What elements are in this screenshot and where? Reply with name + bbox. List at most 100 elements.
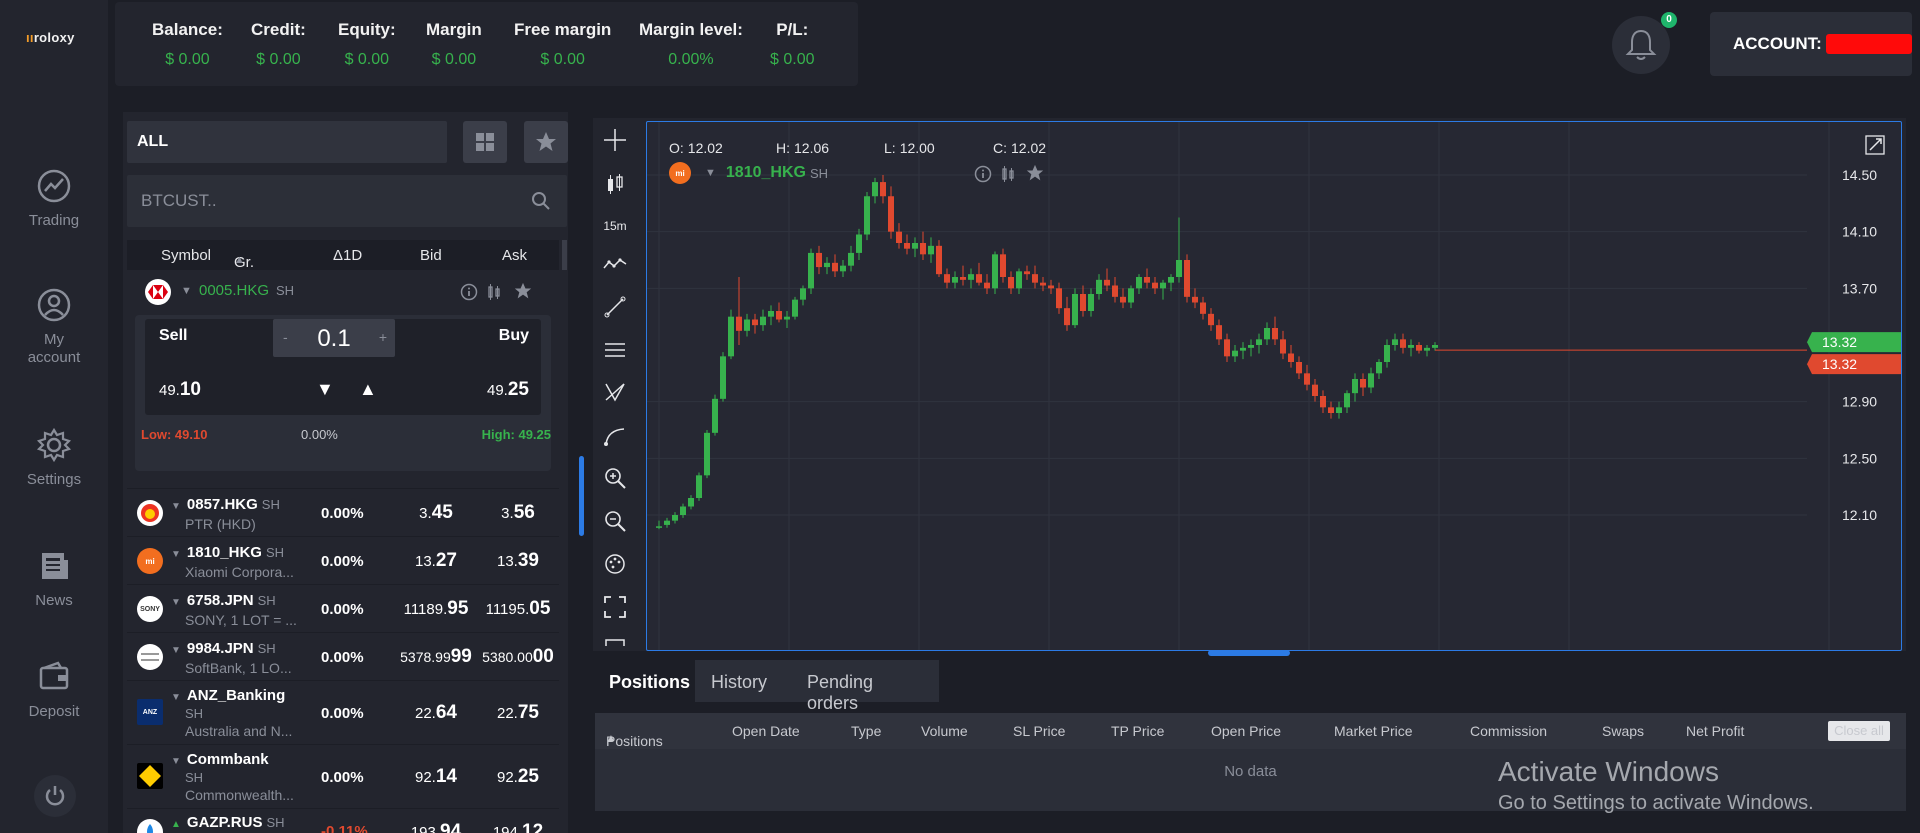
col-open-price[interactable]: Open Price <box>1211 723 1281 739</box>
nav-item-trading[interactable]: Trading <box>0 168 108 230</box>
col-net-profit[interactable]: Net Profit <box>1686 723 1744 739</box>
col-swaps[interactable]: Swaps <box>1602 723 1644 739</box>
col-ask[interactable]: Ask <box>502 247 527 264</box>
chart-type-tool[interactable] <box>601 170 629 198</box>
candle-body <box>1408 345 1414 348</box>
col-volume[interactable]: Volume <box>921 723 968 739</box>
col-market-price[interactable]: Market Price <box>1334 723 1413 739</box>
row-bid[interactable]: 92.14 <box>391 766 481 788</box>
lot-stepper[interactable]: - 0.1 + <box>273 319 395 357</box>
lot-value[interactable]: 0.1 <box>273 325 395 353</box>
group-filter[interactable]: ALL <box>127 121 447 163</box>
watchlist-row[interactable]: mi ▼ 1810_HKG SH Xiaomi Corpora... 0.00% 1… <box>127 536 559 584</box>
grid-view-button[interactable] <box>463 121 507 163</box>
search-input[interactable] <box>127 175 507 227</box>
row-ask[interactable]: 3.56 <box>473 502 563 524</box>
close-all-button[interactable]: Close all <box>1828 721 1890 741</box>
watchlist-row[interactable]: ANZ ▼ ANZ_Banking SH Australia and N... 0… <box>127 680 559 744</box>
info-icon[interactable] <box>974 165 992 183</box>
expanded-header[interactable]: ▼ 0005.HKG SH <box>135 277 551 317</box>
row-bid[interactable]: 11189.95 <box>391 598 481 620</box>
tab-pending-orders[interactable]: Pending orders <box>791 660 939 713</box>
watchlist-row[interactable]: . ▼0857.HKGSH PTR (HKD) 0.00% 3.45 3.56 <box>127 488 559 536</box>
row-ask[interactable]: 5380.0000 <box>473 646 563 668</box>
chart-resize-handle[interactable] <box>1208 650 1290 656</box>
col-sl-price[interactable]: SL Price <box>1013 723 1065 739</box>
buy-price[interactable]: 49.25 <box>487 379 529 401</box>
watchlist-row[interactable]: ▼ 9984.JPN SH SoftBank, 1 LO... 0.00% 5378… <box>127 632 559 680</box>
expand-arrow-icon[interactable]: ▲ <box>171 819 181 830</box>
search-icon[interactable] <box>531 191 551 211</box>
palette-tool[interactable] <box>601 550 629 578</box>
info-icon[interactable] <box>460 283 478 301</box>
row-bid[interactable]: 5378.9999 <box>391 646 481 668</box>
price-chart[interactable]: 14.50 14.10 13.70 12.90 12.50 12.10 13.32 13.32… <box>646 121 1902 651</box>
more-tools[interactable] <box>601 632 629 646</box>
row-ask[interactable]: 22.75 <box>473 702 563 724</box>
sell-button[interactable]: Sell <box>159 327 187 345</box>
timeframe-button[interactable]: 15m <box>601 212 629 240</box>
row-bid[interactable]: 3.45 <box>391 502 481 524</box>
expand-arrow-icon[interactable]: ▼ <box>171 549 181 560</box>
expand-arrow-icon[interactable]: ▼ <box>171 597 181 608</box>
col-commission[interactable]: Commission <box>1470 723 1547 739</box>
watchlist-row[interactable]: ▲ GAZP.RUS SH -0.11% 193.94 194.12 <box>127 808 559 833</box>
col-bid[interactable]: Bid <box>420 247 442 264</box>
account-box[interactable]: ACCOUNT: <box>1710 12 1912 76</box>
chevron-down-icon[interactable]: ▼ <box>705 167 716 179</box>
pattern-tool[interactable] <box>601 378 629 406</box>
trendline-tool[interactable] <box>601 293 629 321</box>
col-type[interactable]: Type <box>851 723 881 739</box>
star-icon[interactable] <box>1026 164 1044 182</box>
zoom-in-tool[interactable] <box>601 464 629 492</box>
candle-chart-icon[interactable] <box>487 283 501 301</box>
symbol-search[interactable] <box>127 175 567 227</box>
indicators-tool[interactable] <box>601 250 629 278</box>
row-ask[interactable]: 194.12 <box>473 821 559 833</box>
buy-button[interactable]: Buy <box>499 327 529 345</box>
expand-arrow-icon[interactable]: ▼ <box>171 692 181 703</box>
expand-arrow-icon[interactable]: ▼ <box>171 501 181 512</box>
crosshair-tool[interactable] <box>601 126 629 154</box>
horizontal-lines-tool[interactable] <box>601 336 629 364</box>
star-icon[interactable] <box>514 282 532 300</box>
tab-history[interactable]: History <box>695 660 791 702</box>
curve-tool[interactable] <box>601 422 629 450</box>
watchlist-scrollbar[interactable] <box>562 240 567 270</box>
sony-logo: SONY <box>137 596 163 622</box>
nav-item-settings[interactable]: Settings <box>0 427 108 489</box>
app-logo[interactable]: ııroloxy <box>26 30 75 45</box>
zoom-out-tool[interactable] <box>601 507 629 535</box>
row-ask[interactable]: 13.39 <box>473 550 563 572</box>
col-tp-price[interactable]: TP Price <box>1111 723 1164 739</box>
nav-item-deposit[interactable]: Deposit <box>0 659 108 721</box>
chart-canvas[interactable]: 14.50 14.10 13.70 12.90 12.50 12.10 13.32 13.32 <box>647 122 1902 651</box>
row-bid[interactable]: 13.27 <box>391 550 481 572</box>
row-ask[interactable]: 92.25 <box>473 766 563 788</box>
lot-increase-button[interactable]: + <box>379 329 387 345</box>
panel-resize-handle[interactable] <box>579 456 584 536</box>
watchlist-row[interactable]: ▼ Commbank SH Commonwealth... 0.00% 92.14… <box>127 744 559 808</box>
row-ask[interactable]: 11195.05 <box>473 598 563 620</box>
bid-big: 95 <box>447 598 469 619</box>
nav-item-news[interactable]: News <box>0 548 108 610</box>
nav-item-my-account[interactable]: My account <box>0 287 108 367</box>
col-open-date[interactable]: Open Date <box>732 723 800 739</box>
col-change[interactable]: Δ1D <box>333 247 362 264</box>
candle-chart-icon[interactable] <box>1001 165 1015 183</box>
favorites-button[interactable] <box>524 121 568 163</box>
col-symbol[interactable]: Symbol <box>161 247 211 264</box>
expand-icon[interactable] <box>1865 135 1885 155</box>
fullscreen-tool[interactable] <box>601 593 629 621</box>
expand-arrow-icon[interactable]: ▼ <box>171 645 181 656</box>
power-button[interactable] <box>34 775 76 817</box>
collapse-arrow-icon[interactable]: ▼ <box>181 285 192 297</box>
sell-price[interactable]: 49.10 <box>159 379 201 401</box>
tab-positions[interactable]: Positions <box>593 660 695 702</box>
watchlist-row[interactable]: SONY ▼ 6758.JPN SH SONY, 1 LOT = ... 0.00%… <box>127 584 559 632</box>
row-bid[interactable]: 22.64 <box>391 702 481 724</box>
candle-body <box>800 288 806 300</box>
expand-arrow-icon[interactable]: ▼ <box>171 756 181 767</box>
row-bid[interactable]: 193.94 <box>391 821 481 833</box>
notifications-button[interactable] <box>1612 16 1670 74</box>
